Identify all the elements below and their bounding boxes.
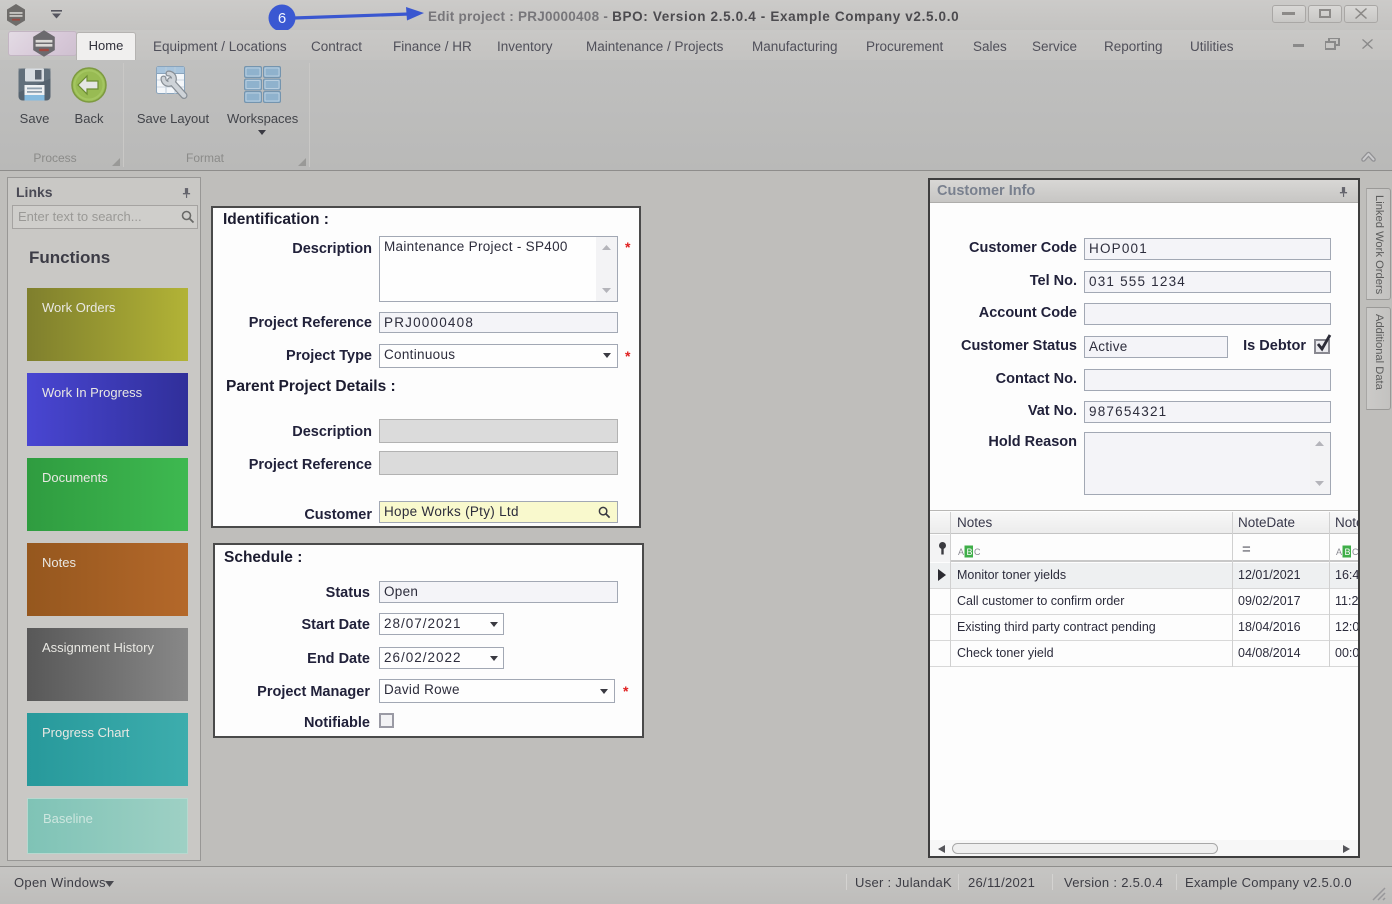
svg-text:C: C <box>1352 547 1358 557</box>
svg-text:6: 6 <box>278 10 286 27</box>
svg-text:A: A <box>958 547 964 557</box>
svg-text:B: B <box>1345 547 1351 557</box>
svg-text:A: A <box>1336 547 1342 557</box>
svg-text:B: B <box>967 547 973 557</box>
svg-text:C: C <box>974 547 980 557</box>
